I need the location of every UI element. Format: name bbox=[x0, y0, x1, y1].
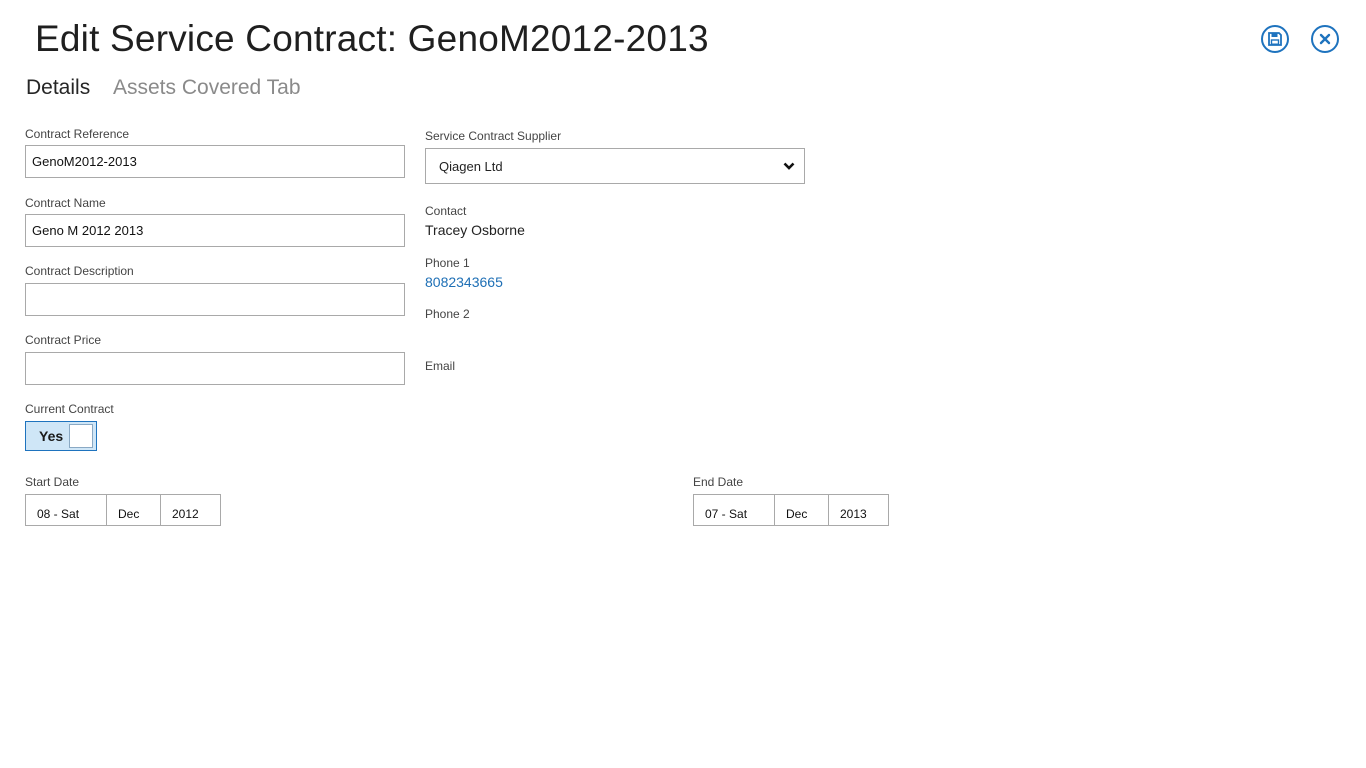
save-button[interactable] bbox=[1261, 25, 1289, 53]
tab-assets-covered[interactable]: Assets Covered Tab bbox=[113, 76, 301, 100]
close-button[interactable] bbox=[1311, 25, 1339, 53]
close-icon bbox=[1319, 33, 1331, 45]
current-contract-label: Current Contract bbox=[25, 402, 114, 416]
tab-details[interactable]: Details bbox=[26, 76, 90, 100]
start-month-select[interactable]: Dec bbox=[106, 494, 161, 526]
contract-price-input[interactable] bbox=[25, 352, 405, 385]
phone1-link[interactable]: 8082343665 bbox=[425, 274, 503, 290]
toggle-knob bbox=[69, 424, 93, 448]
end-date-picker: 07 - Sat Dec 2013 bbox=[693, 494, 889, 526]
chevron-down-icon bbox=[783, 162, 795, 170]
contract-name-label: Contract Name bbox=[25, 196, 106, 210]
start-year-select[interactable]: 2012 bbox=[160, 494, 221, 526]
supplier-value: Qiagen Ltd bbox=[439, 158, 503, 174]
end-date-label: End Date bbox=[693, 475, 744, 489]
toggle-label: Yes bbox=[39, 428, 64, 444]
contact-label: Contact bbox=[425, 204, 467, 218]
start-day-select[interactable]: 08 - Sat bbox=[25, 494, 107, 526]
email-label: Email bbox=[425, 359, 456, 373]
end-month-select[interactable]: Dec bbox=[774, 494, 829, 526]
supplier-select[interactable]: Qiagen Ltd bbox=[425, 148, 805, 184]
end-year-select[interactable]: 2013 bbox=[828, 494, 889, 526]
contract-description-label: Contract Description bbox=[25, 264, 134, 278]
phone2-label: Phone 2 bbox=[425, 307, 470, 321]
contract-reference-input[interactable]: GenoM2012-2013 bbox=[25, 145, 405, 178]
edit-service-contract-page: Edit Service Contract: GenoM2012-2013 De… bbox=[0, 0, 1366, 768]
contract-price-label: Contract Price bbox=[25, 333, 102, 347]
supplier-label: Service Contract Supplier bbox=[425, 129, 562, 143]
page-title: Edit Service Contract: GenoM2012-2013 bbox=[35, 18, 709, 59]
start-date-label: Start Date bbox=[25, 475, 80, 489]
contract-name-input[interactable]: Geno M 2012 2013 bbox=[25, 214, 405, 247]
contract-description-input[interactable] bbox=[25, 283, 405, 316]
contact-value: Tracey Osborne bbox=[425, 222, 525, 238]
save-icon bbox=[1268, 32, 1282, 46]
end-day-select[interactable]: 07 - Sat bbox=[693, 494, 775, 526]
contract-reference-label: Contract Reference bbox=[25, 127, 130, 141]
phone1-label: Phone 1 bbox=[425, 256, 470, 270]
current-contract-toggle[interactable]: Yes bbox=[25, 421, 97, 451]
start-date-picker: 08 - Sat Dec 2012 bbox=[25, 494, 221, 526]
